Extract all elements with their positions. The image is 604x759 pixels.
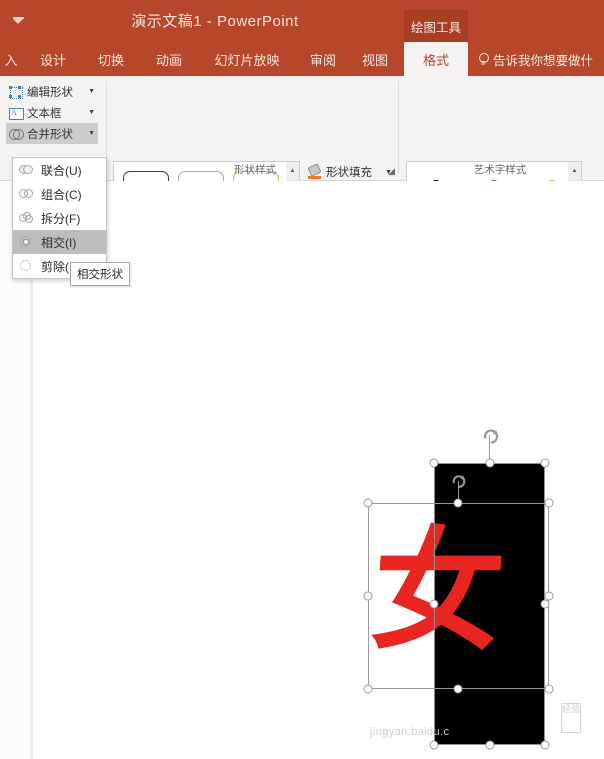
tab-review[interactable]: 审阅 xyxy=(300,42,346,76)
menu-item-label: 组合(C) xyxy=(41,187,82,202)
menu-item-label: 拆分(F) xyxy=(41,211,81,226)
resize-handle-bottom-left[interactable] xyxy=(429,740,439,750)
tab-format[interactable]: 格式 xyxy=(404,42,468,76)
window-title: 演示文稿1 - PowerPoint xyxy=(131,13,299,30)
menu-item-combine[interactable]: 组合(C) xyxy=(13,182,106,206)
watermark-logo: 经验 xyxy=(561,703,581,733)
resize-handle-middle-right[interactable] xyxy=(540,599,550,609)
text-box-icon xyxy=(9,106,24,120)
tab-slideshow[interactable]: 幻灯片放映 xyxy=(202,42,292,76)
tab-animations[interactable]: 动画 xyxy=(146,42,192,76)
menu-item-fragment[interactable]: 拆分(F) xyxy=(13,206,106,230)
resize-handle-bottom-right[interactable] xyxy=(544,684,554,694)
edit-shape-button[interactable]: 编辑形状 ▼ xyxy=(6,81,98,102)
merge-shapes-icon xyxy=(9,127,24,141)
resize-handle-top-right[interactable] xyxy=(544,498,554,508)
menu-item-intersect[interactable]: 相交(I) xyxy=(13,230,106,254)
resize-handle-bottom-center[interactable] xyxy=(485,740,495,750)
fragment-icon xyxy=(19,210,35,226)
edit-shape-label: 编辑形状 xyxy=(27,86,73,99)
tell-me-label: 告诉我你想要做什 xyxy=(493,53,594,68)
merge-shapes-label: 合并形状 xyxy=(27,128,73,141)
union-icon xyxy=(19,162,35,178)
tab-insert[interactable]: 入 xyxy=(0,42,22,76)
tab-transitions[interactable]: 切换 xyxy=(88,42,134,76)
intersect-icon xyxy=(19,234,35,250)
resize-handle-top-left[interactable] xyxy=(363,498,373,508)
merge-shapes-dropdown-menu[interactable]: 联合(U) 组合(C) 拆分(F) 相交(I) 剪除(S) xyxy=(12,157,107,279)
powerpoint-window: 演示文稿1 - PowerPoint 绘图工具 入 设计 切换 动画 幻灯片放映… xyxy=(0,0,604,759)
text-box-button[interactable]: 文本框 ▼ xyxy=(6,102,98,123)
resize-handle-top-center[interactable] xyxy=(485,458,495,468)
tell-me-box[interactable]: 告诉我你想要做什 xyxy=(478,42,593,76)
combine-icon xyxy=(19,186,35,202)
resize-handle-middle-left[interactable] xyxy=(363,591,373,601)
tab-view[interactable]: 视图 xyxy=(352,42,398,76)
resize-handle-top-right[interactable] xyxy=(540,458,550,468)
lightbulb-icon xyxy=(478,52,489,66)
contextual-tab-drawing-tools: 绘图工具 xyxy=(404,10,468,42)
chevron-down-icon: ▼ xyxy=(88,130,95,137)
selection-outline xyxy=(434,463,545,745)
resize-handle-middle-left[interactable] xyxy=(429,599,439,609)
resize-handle-top-left[interactable] xyxy=(429,458,439,468)
wordart-styles-group-label: 艺术字样式 xyxy=(473,164,527,176)
edit-shape-icon xyxy=(9,85,23,99)
text-box-label: 文本框 xyxy=(27,107,62,120)
menu-item-label: 相交(I) xyxy=(41,235,77,250)
rotate-handle-icon[interactable] xyxy=(482,427,499,444)
title-bar: 演示文稿1 - PowerPoint 绘图工具 xyxy=(0,0,604,42)
insert-shapes-group: 编辑形状 ▼ 文本框 ▼ 合并形状 ▼ xyxy=(6,81,98,144)
chevron-down-icon: ▼ xyxy=(88,88,95,95)
merge-shapes-button[interactable]: 合并形状 ▼ xyxy=(6,123,98,144)
menu-item-label: 联合(U) xyxy=(41,163,82,178)
resize-handle-bottom-left[interactable] xyxy=(363,684,373,694)
group-divider xyxy=(398,81,399,173)
ribbon-tab-strip: 入 设计 切换 动画 幻灯片放映 审阅 视图 格式 告诉我你想要做什 xyxy=(0,42,604,76)
shape-styles-dialog-launcher[interactable]: ◢ xyxy=(388,167,395,176)
menu-item-union[interactable]: 联合(U) xyxy=(13,158,106,182)
tooltip: 相交形状 xyxy=(70,262,130,286)
resize-handle-bottom-right[interactable] xyxy=(540,740,550,750)
subtract-icon xyxy=(19,258,35,274)
chevron-down-icon: ▼ xyxy=(88,109,95,116)
shape-styles-group-label: 形状样式 xyxy=(234,164,276,176)
tab-design[interactable]: 设计 xyxy=(30,42,76,76)
